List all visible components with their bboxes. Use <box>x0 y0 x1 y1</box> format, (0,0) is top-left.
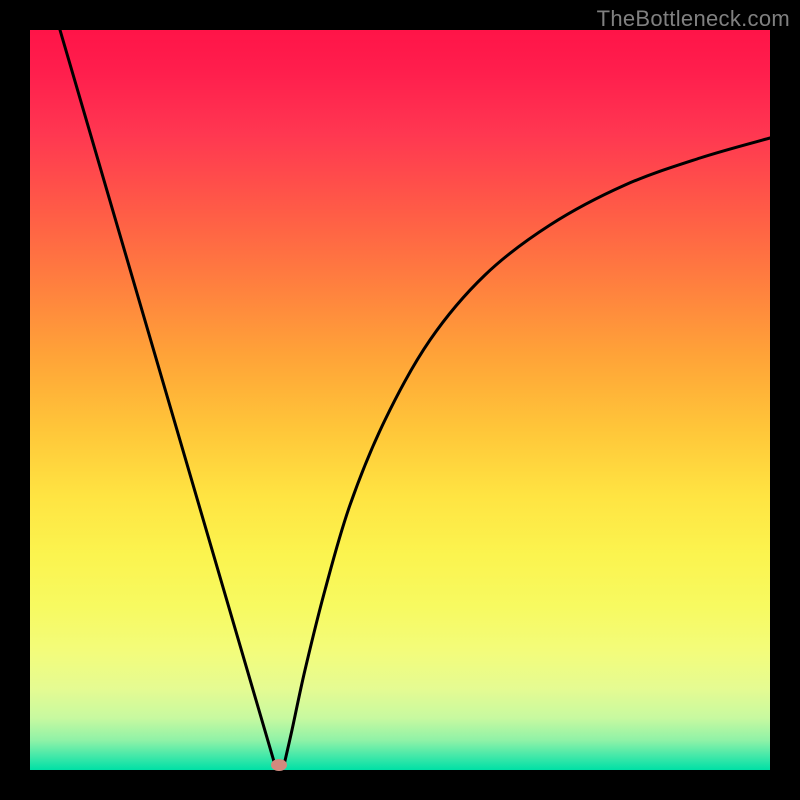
bottleneck-curve <box>30 30 770 770</box>
minimum-marker <box>271 759 287 771</box>
chart-plot-area <box>30 30 770 770</box>
curve-right-segment <box>284 138 770 765</box>
curve-left-segment <box>60 30 275 765</box>
watermark-text: TheBottleneck.com <box>597 6 790 32</box>
